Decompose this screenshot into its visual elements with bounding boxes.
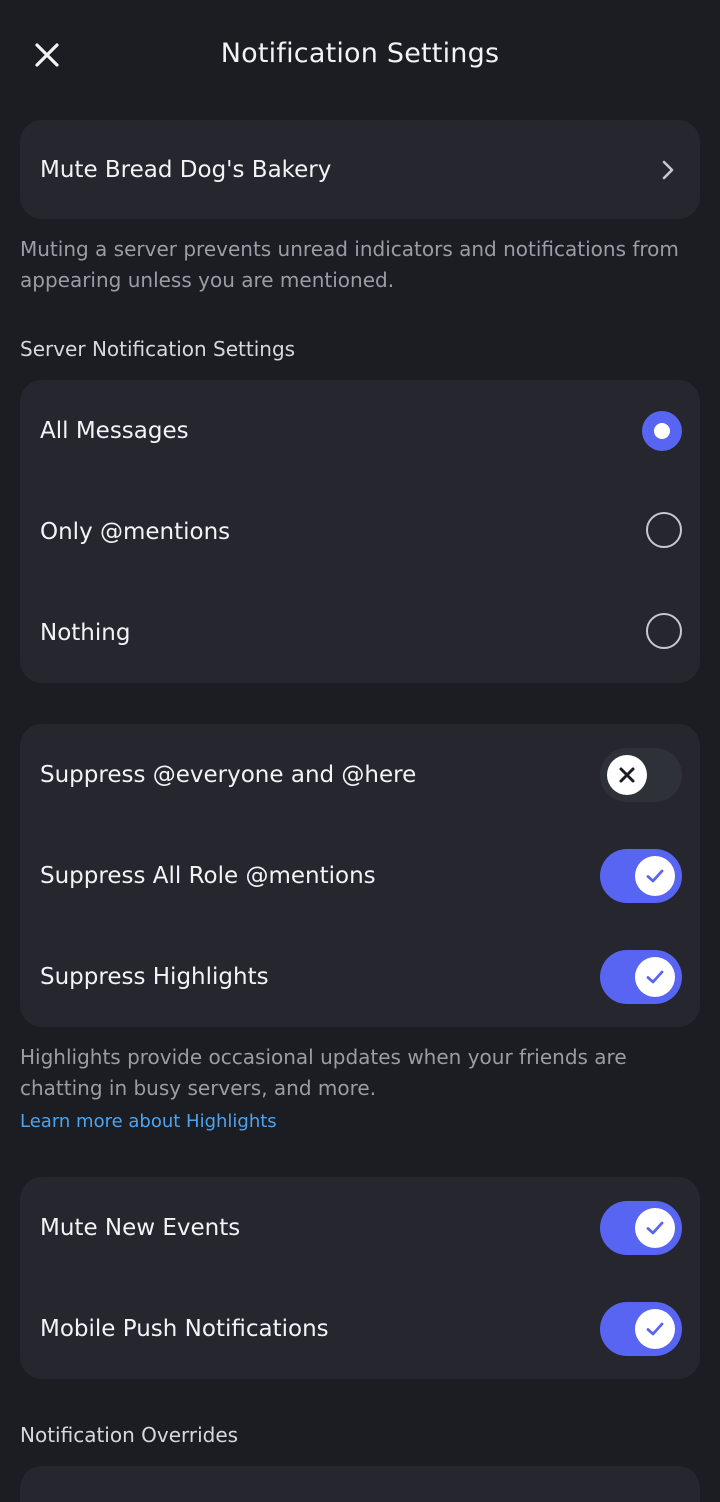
check-icon [646,1322,664,1335]
toggle-on[interactable] [600,949,682,1004]
radio-unselected[interactable] [646,511,682,548]
server-notification-options-card: All Messages Only @mentions Nothing [20,380,700,683]
suppress-highlights-row[interactable]: Suppress Highlights [20,926,700,1027]
notification-overrides-header: Notification Overrides [20,1423,239,1447]
toggle-off[interactable] [600,747,682,802]
toggle-on[interactable] [600,1301,682,1356]
toggle-label: Mute New Events [40,1214,241,1241]
toggle-label: Mobile Push Notifications [40,1315,329,1342]
mute-server-label: Mute Bread Dog's Bakery [40,156,332,183]
check-icon [646,869,664,882]
suppress-role-mentions-row[interactable]: Suppress All Role @mentions [20,825,700,926]
toggle-label: Suppress All Role @mentions [40,862,376,889]
option-label: Only @mentions [40,518,231,545]
option-label: All Messages [40,417,189,444]
chevron-right-icon [662,160,674,179]
check-icon [646,970,664,983]
toggle-on[interactable] [600,848,682,903]
page-title: Notification Settings [220,38,500,69]
mobile-push-row[interactable]: Mobile Push Notifications [20,1278,700,1379]
toggle-knob [635,1207,675,1248]
toggle-label: Suppress @everyone and @here [40,761,417,788]
x-icon [619,767,635,782]
mute-server-card: Mute Bread Dog's Bakery [20,120,700,219]
highlights-help-text: Highlights provide occasional updates wh… [20,1045,627,1100]
radio-selected[interactable] [642,410,682,451]
radio-unselected[interactable] [646,612,682,649]
toggle-knob [607,754,647,795]
mute-help-text: Muting a server prevents unread indicato… [20,237,679,292]
suppress-settings-card: Suppress @everyone and @here Suppress Al… [20,724,700,1027]
option-label: Nothing [40,619,131,646]
option-only-mentions[interactable]: Only @mentions [20,481,700,582]
learn-more-highlights-link[interactable]: Learn more about Highlights [20,1111,277,1132]
mute-server-row[interactable]: Mute Bread Dog's Bakery [20,120,700,219]
notification-settings-screen: Notification Settings Mute Bread Dog's B… [0,0,720,1502]
toggle-knob [635,956,675,997]
suppress-everyone-row[interactable]: Suppress @everyone and @here [20,724,700,825]
server-notification-settings-header: Server Notification Settings [20,337,296,361]
toggle-on[interactable] [600,1200,682,1255]
overrides-card[interactable] [20,1466,700,1502]
option-nothing[interactable]: Nothing [20,582,700,683]
radio-dot [654,422,670,439]
events-push-card: Mute New Events Mobile Push Notification… [20,1177,700,1379]
mute-new-events-row[interactable]: Mute New Events [20,1177,700,1278]
toggle-knob [635,1308,675,1349]
check-icon [646,1221,664,1234]
toggle-label: Suppress Highlights [40,963,269,990]
option-all-messages[interactable]: All Messages [20,380,700,481]
toggle-knob [635,855,675,896]
top-bar: Notification Settings [0,0,720,110]
